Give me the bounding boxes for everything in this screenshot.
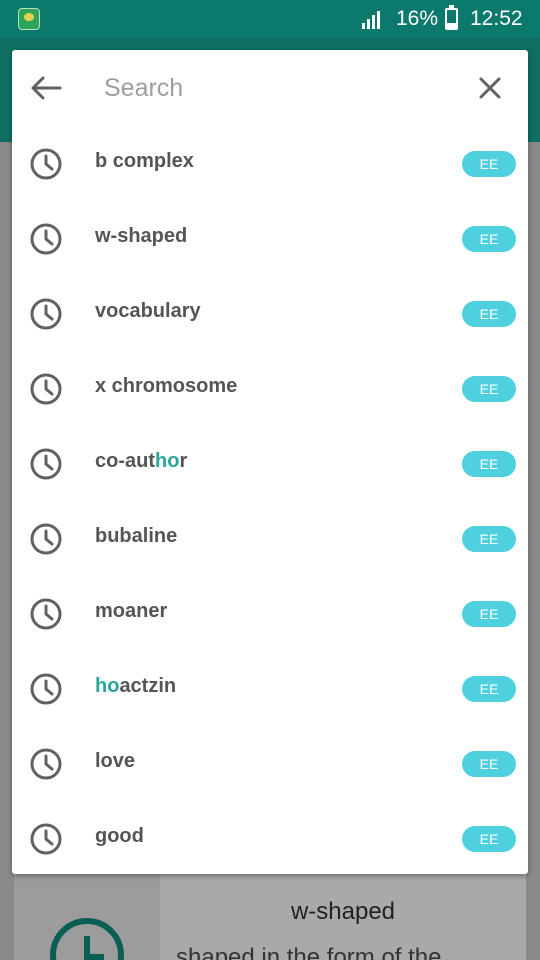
search-bar <box>12 50 528 126</box>
language-badge[interactable]: EE <box>462 826 516 852</box>
result-definition: shaped in the form of the <box>176 944 442 960</box>
history-item-label: moaner <box>95 600 168 622</box>
history-item-label: good <box>95 825 144 847</box>
language-badge[interactable]: EE <box>462 751 516 777</box>
history-clock-icon <box>30 448 62 480</box>
language-badge[interactable]: EE <box>462 226 516 252</box>
history-item-label: w-shaped <box>95 225 188 247</box>
search-history-list: b complex EE w-shaped EE vocabulary EE x… <box>12 126 528 874</box>
search-input[interactable] <box>104 68 444 108</box>
history-item[interactable]: b complex EE <box>12 126 528 201</box>
language-badge[interactable]: EE <box>462 376 516 402</box>
result-title: w-shaped <box>290 898 396 925</box>
history-item-label: vocabulary <box>95 300 201 322</box>
language-badge[interactable]: EE <box>462 601 516 627</box>
language-badge[interactable]: EE <box>462 151 516 177</box>
history-clock-icon <box>30 373 62 405</box>
history-clock-icon <box>30 298 62 330</box>
history-item[interactable]: w-shaped EE <box>12 201 528 276</box>
history-item[interactable]: x chromosome EE <box>12 351 528 426</box>
signal-icon <box>362 11 380 29</box>
history-item-label: co-author <box>95 450 188 472</box>
language-badge[interactable]: EE <box>462 676 516 702</box>
arrow-left-icon[interactable] <box>28 72 64 104</box>
history-clock-icon <box>30 598 62 630</box>
status-bar: 16% 12:52 <box>0 0 540 38</box>
history-item-label: x chromosome <box>95 375 238 397</box>
history-item[interactable]: hoactzin EE <box>12 651 528 726</box>
battery-percent: 16% <box>396 7 439 30</box>
history-item[interactable]: co-author EE <box>12 426 528 501</box>
language-badge[interactable]: EE <box>462 301 516 327</box>
history-item-label: love <box>95 750 136 772</box>
history-clock-icon <box>30 748 62 780</box>
language-badge[interactable]: EE <box>462 526 516 552</box>
history-clock-icon <box>30 223 62 255</box>
history-item[interactable]: good EE <box>12 801 528 874</box>
search-match-highlight: ho <box>95 675 120 697</box>
history-item-label: b complex <box>95 150 194 172</box>
history-item-label: hoactzin <box>95 675 177 697</box>
background-result-card: w-shaped shaped in the form of the <box>14 870 526 960</box>
history-clock-icon <box>30 523 62 555</box>
close-icon[interactable] <box>474 72 506 104</box>
clock-time: 12:52 <box>470 7 523 30</box>
search-match-highlight: ho <box>155 450 180 472</box>
history-item-label: bubaline <box>95 525 178 547</box>
history-item[interactable]: moaner EE <box>12 576 528 651</box>
battery-charging-icon <box>445 5 458 30</box>
history-item[interactable]: vocabulary EE <box>12 276 528 351</box>
app-notification-icon <box>18 8 40 30</box>
history-clock-icon <box>50 918 124 960</box>
history-clock-icon <box>30 823 62 855</box>
history-clock-icon <box>30 148 62 180</box>
history-item[interactable]: bubaline EE <box>12 501 528 576</box>
history-clock-icon <box>30 673 62 705</box>
language-badge[interactable]: EE <box>462 451 516 477</box>
history-item[interactable]: love EE <box>12 726 528 801</box>
search-panel: b complex EE w-shaped EE vocabulary EE x… <box>12 50 528 874</box>
result-side-panel <box>14 870 160 960</box>
